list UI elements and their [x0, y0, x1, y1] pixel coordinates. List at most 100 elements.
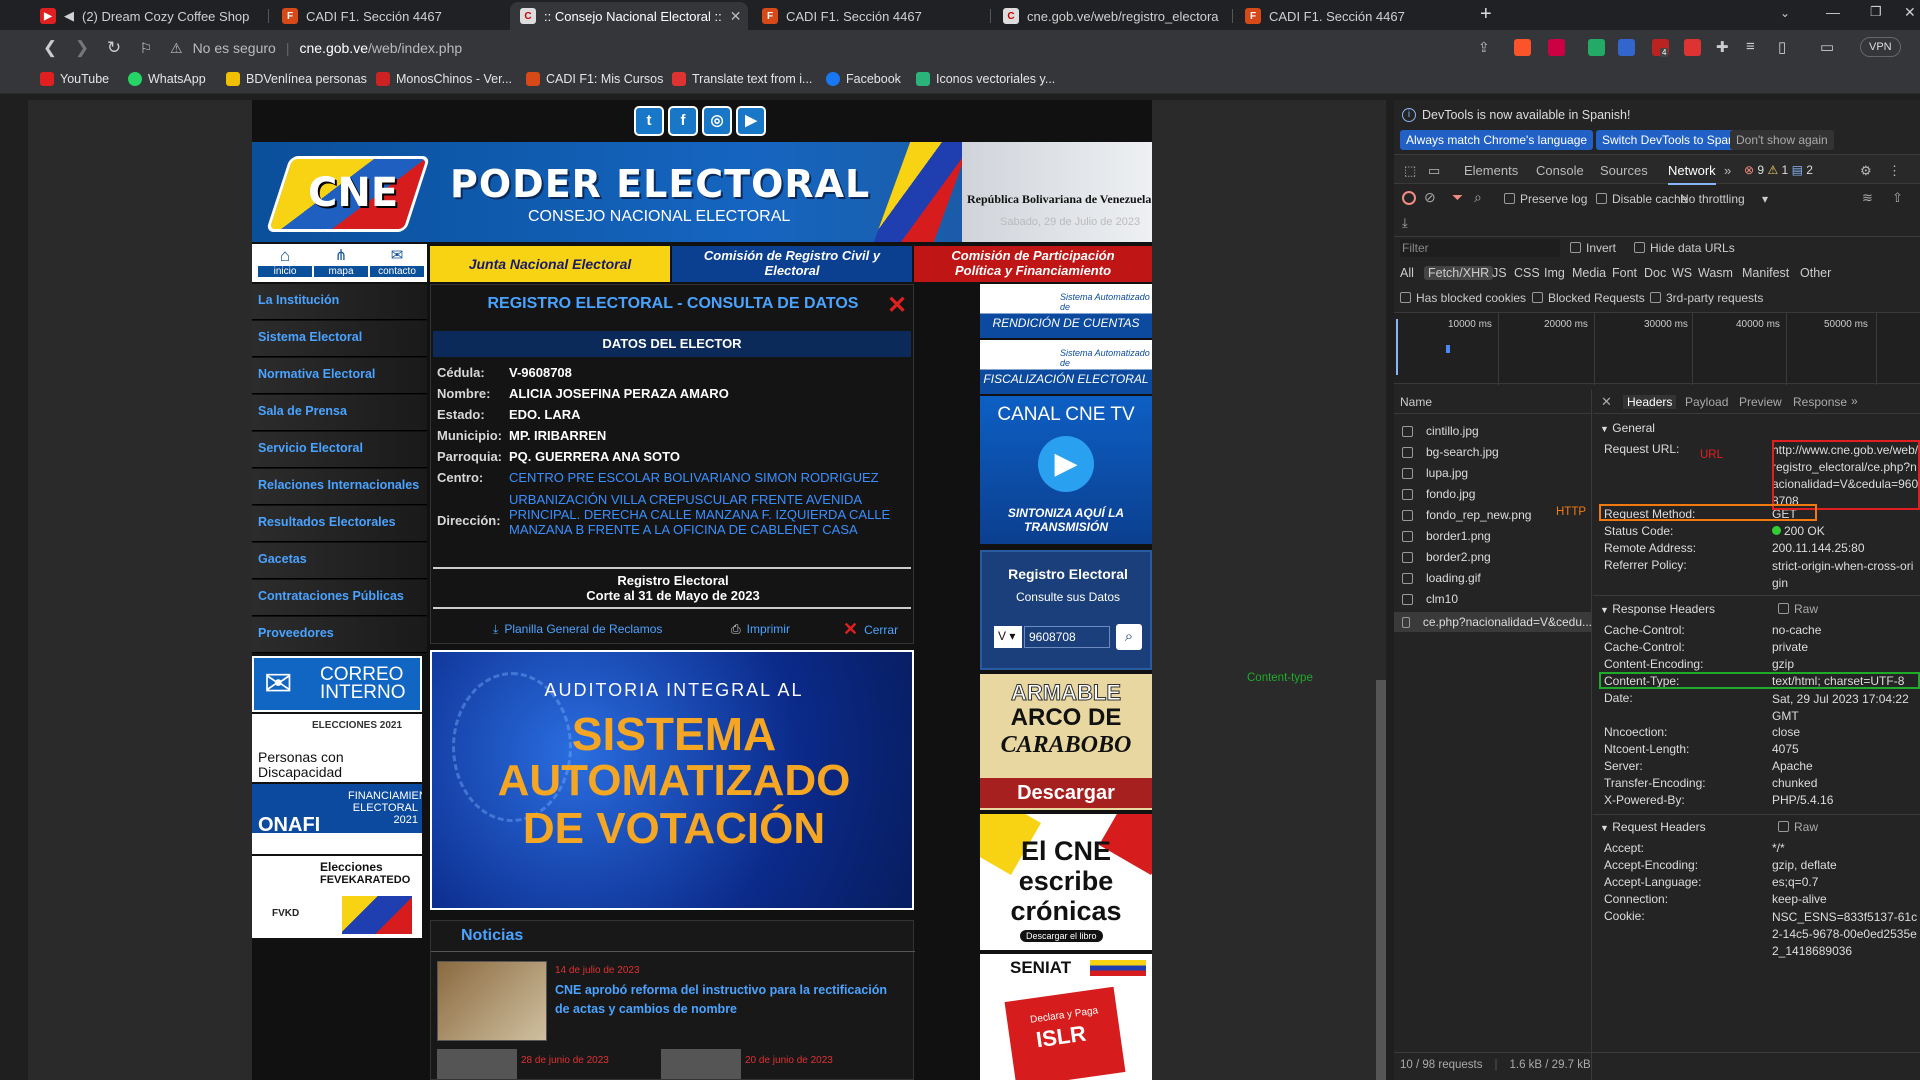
- request-item[interactable]: clm10: [1402, 592, 1458, 606]
- reload-icon[interactable]: ↻: [104, 38, 124, 58]
- type-font[interactable]: Font: [1612, 266, 1637, 280]
- bookmark-whatsapp[interactable]: WhatsApp: [128, 72, 206, 86]
- menu-gacetas[interactable]: Gacetas: [252, 543, 427, 579]
- search-icon[interactable]: ⌕: [1116, 624, 1142, 650]
- nav-participacion[interactable]: Comisión de Participación Política y Fin…: [914, 246, 1152, 282]
- bookmark-monoschinos[interactable]: MonosChinos - Ver...: [376, 72, 512, 86]
- minimize-icon[interactable]: —: [1826, 4, 1840, 20]
- bookmark-bdv[interactable]: BDVenlínea personas: [226, 72, 367, 86]
- hide-data-checkbox[interactable]: Hide data URLs: [1634, 241, 1735, 255]
- type-img[interactable]: Img: [1544, 266, 1565, 280]
- preserve-log-checkbox[interactable]: Preserve log: [1504, 192, 1587, 206]
- banner-fevekaratedo[interactable]: Elecciones FEVEKARATEDO FVKD: [252, 856, 422, 938]
- type-fetch-xhr[interactable]: Fetch/XHR: [1424, 266, 1494, 280]
- request-item[interactable]: cintillo.jpg: [1402, 424, 1479, 438]
- url-text[interactable]: cne.gob.ve/web/index.php: [299, 40, 462, 56]
- tab-payload[interactable]: Payload: [1685, 395, 1728, 409]
- banner-auditoria[interactable]: AUDITORIA INTEGRAL AL SISTEMA AUTOMATIZA…: [430, 650, 914, 910]
- upload-icon[interactable]: ⇧: [1892, 190, 1903, 206]
- news-thumbnail[interactable]: [437, 961, 547, 1041]
- bookmark-cadi[interactable]: CADI F1: Mis Cursos: [526, 72, 663, 86]
- banner-correo[interactable]: ✉ CORREO INTERNO: [252, 656, 422, 712]
- settings-icon[interactable]: ⚙: [1860, 163, 1872, 179]
- youtube-icon[interactable]: ▶: [736, 106, 766, 136]
- instagram-icon[interactable]: ◎: [702, 106, 732, 136]
- forward-icon[interactable]: ❯: [72, 38, 92, 58]
- banner-discapacidad[interactable]: ELECCIONES 2021 Personas con Discapacida…: [252, 714, 422, 782]
- request-item[interactable]: bg-search.jpg: [1402, 445, 1499, 459]
- tab-cadi-1[interactable]: F CADI F1. Sección 4467: [272, 2, 502, 30]
- bookmark-facebook[interactable]: Facebook: [826, 72, 901, 86]
- kebab-menu-icon[interactable]: ⋮: [1888, 163, 1901, 179]
- planilla-link[interactable]: ⤓ Planilla General de Reclamos: [493, 622, 662, 637]
- request-headers-section[interactable]: ▼ Request Headers: [1600, 820, 1706, 834]
- extension-1-icon[interactable]: [1588, 39, 1605, 56]
- close-icon[interactable]: ✕: [887, 291, 907, 320]
- tab-cne-registro[interactable]: C cne.gob.ve/web/registro_electoral/ce.p…: [993, 2, 1229, 30]
- playlist-icon[interactable]: ≡: [1746, 38, 1755, 55]
- disable-cache-checkbox[interactable]: Disable cache: [1596, 192, 1687, 206]
- banner-seniat[interactable]: SENIAT Declara y Paga ISLR: [980, 954, 1152, 1080]
- tab-sources[interactable]: Sources: [1600, 163, 1648, 178]
- tab-search-icon[interactable]: ⌄: [1780, 6, 1790, 20]
- puzzle-icon[interactable]: ✚: [1716, 38, 1729, 56]
- facebook-icon[interactable]: f: [668, 106, 698, 136]
- raw-checkbox[interactable]: Raw: [1778, 820, 1818, 834]
- imprimir-link[interactable]: ⎙ Imprimir: [731, 622, 790, 637]
- more-tabs-icon[interactable]: »: [1851, 394, 1858, 408]
- brave-rewards-icon[interactable]: [1548, 39, 1565, 56]
- blocked-cookies-checkbox[interactable]: Has blocked cookies: [1400, 291, 1526, 305]
- menu-institucion[interactable]: La Institución: [252, 284, 427, 320]
- twitter-icon[interactable]: t: [634, 106, 664, 136]
- restore-icon[interactable]: ❐: [1870, 4, 1882, 20]
- request-item[interactable]: border1.png: [1402, 529, 1491, 543]
- bookmark-icon[interactable]: ⚐: [136, 38, 156, 58]
- tab-cadi-2[interactable]: F CADI F1. Sección 4467: [752, 2, 987, 30]
- brave-shield-icon[interactable]: [1514, 39, 1531, 56]
- request-item[interactable]: border2.png: [1402, 550, 1491, 564]
- request-item[interactable]: fondo.jpg: [1402, 487, 1475, 501]
- issues-counter[interactable]: ⊗ 9 ⚠ 1 ▤ 2: [1744, 163, 1813, 177]
- news-thumbnail[interactable]: [661, 1049, 741, 1079]
- type-doc[interactable]: Doc: [1644, 266, 1666, 280]
- news-headline[interactable]: CNE aprobó reforma del instructivo para …: [555, 981, 905, 1019]
- quick-inicio[interactable]: ⌂ inicio: [258, 246, 312, 277]
- response-headers-section[interactable]: ▼ Response Headers: [1600, 602, 1715, 616]
- type-media[interactable]: Media: [1572, 266, 1606, 280]
- download-icon[interactable]: ⤓: [1402, 215, 1408, 231]
- menu-proveedores[interactable]: Proveedores: [252, 617, 427, 653]
- close-window-icon[interactable]: ✕: [1904, 4, 1916, 21]
- address-bar[interactable]: ⚠ No es seguro | cne.gob.ve/web/index.ph…: [170, 34, 1480, 62]
- tab-elements[interactable]: Elements: [1464, 163, 1518, 178]
- third-party-checkbox[interactable]: 3rd-party requests: [1650, 291, 1763, 305]
- close-tab-icon[interactable]: ✕: [730, 8, 742, 25]
- nav-junta[interactable]: Junta Nacional Electoral: [430, 246, 670, 282]
- bookmark-youtube[interactable]: YouTube: [40, 72, 109, 86]
- extension-4-icon[interactable]: [1684, 39, 1701, 56]
- raw-checkbox[interactable]: Raw: [1778, 602, 1818, 616]
- dont-show-button[interactable]: Don't show again: [1730, 130, 1834, 150]
- menu-resultados[interactable]: Resultados Electorales: [252, 506, 427, 542]
- filter-icon[interactable]: ⏷: [1452, 189, 1463, 206]
- menu-sistema[interactable]: Sistema Electoral: [252, 321, 427, 357]
- nav-registro-civil[interactable]: Comisión de Registro Civil y Electoral: [672, 246, 912, 282]
- blocked-requests-checkbox[interactable]: Blocked Requests: [1532, 291, 1645, 305]
- type-manifest[interactable]: Manifest: [1742, 266, 1789, 280]
- extension-3-icon[interactable]: 4: [1652, 39, 1669, 57]
- tab-cne-active[interactable]: C :: Consejo Nacional Electoral :: ✕: [510, 2, 748, 30]
- menu-contrataciones[interactable]: Contrataciones Públicas: [252, 580, 427, 616]
- banner-canal-tv[interactable]: CANAL CNE TV ▶ SINTONIZA AQUÍ LA TRANSMI…: [980, 396, 1152, 544]
- close-detail-icon[interactable]: ✕: [1601, 394, 1612, 410]
- request-item[interactable]: lupa.jpg: [1402, 466, 1468, 480]
- device-toolbar-icon[interactable]: ▭: [1428, 163, 1440, 179]
- menu-normativa[interactable]: Normativa Electoral: [252, 358, 427, 394]
- throttling-select[interactable]: No throttling ▾: [1680, 192, 1768, 206]
- back-icon[interactable]: ❮: [40, 38, 60, 58]
- tab-console[interactable]: Console: [1536, 163, 1584, 178]
- tab-preview[interactable]: Preview: [1739, 395, 1782, 409]
- vpn-button[interactable]: VPN: [1860, 37, 1901, 57]
- menu-servicio[interactable]: Servicio Electoral: [252, 432, 427, 468]
- wallet-icon[interactable]: ▭: [1820, 38, 1834, 56]
- search-icon[interactable]: ⌕: [1474, 189, 1482, 206]
- banner-rendicion[interactable]: Sistema Automatizado de RENDICIÓN DE CUE…: [980, 284, 1152, 338]
